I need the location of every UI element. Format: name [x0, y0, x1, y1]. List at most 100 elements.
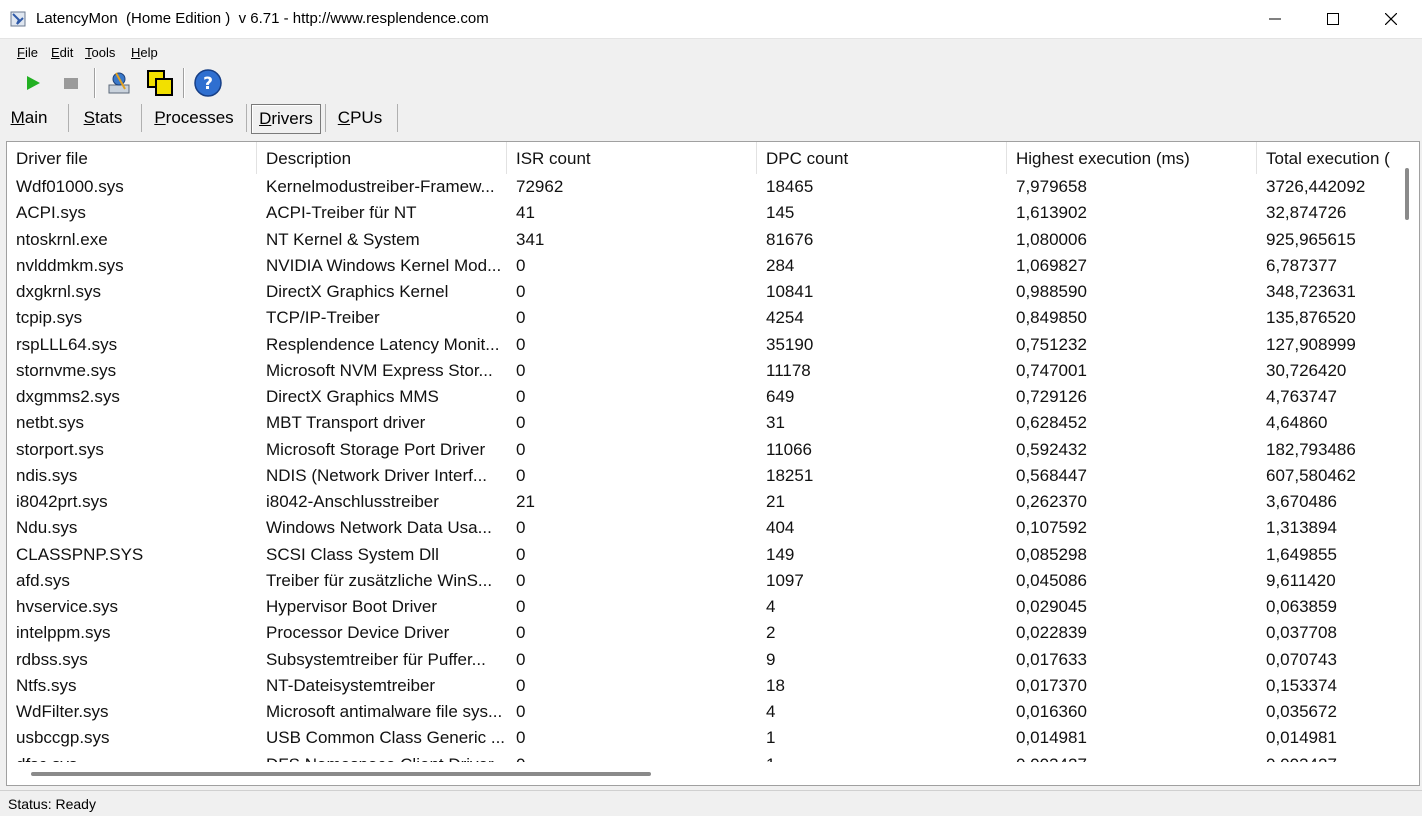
cell-dpc-count: 1097 [766, 570, 804, 590]
cell-dpc-count: 18251 [766, 465, 814, 485]
cell-description: Processor Device Driver [266, 623, 450, 643]
cell-total-execution: 0,014981 [1266, 728, 1337, 748]
table-row[interactable]: dxgkrnl.sys DirectX Graphics Kernel 0 10841… [7, 279, 1394, 305]
tab-separator [68, 104, 69, 132]
table-row[interactable]: tcpip.sys TCP/IP-Treiber 0 4254 0,849850 135,… [7, 305, 1394, 331]
maximize-button[interactable] [1304, 0, 1362, 38]
table-row[interactable]: ntoskrnl.exe NT Kernel & System 341 81676 1,… [7, 227, 1394, 253]
cell-highest-execution: 0,729126 [1016, 387, 1087, 406]
cell-highest-execution: 0,029045 [1016, 597, 1087, 616]
cell-highest-execution: 0,022839 [1016, 623, 1087, 643]
tab-cpus[interactable]: CPUs [330, 104, 390, 132]
tab-drivers[interactable]: Drivers [251, 104, 321, 134]
cell-total-execution: 0,035672 [1266, 702, 1337, 721]
cell-driver-file: dxgmms2.sys [16, 387, 120, 406]
cell-driver-file: i8042prt.sys [16, 492, 108, 511]
table-row[interactable]: intelppm.sys Processor Device Driver 0 2 0,0… [7, 620, 1394, 646]
cell-description: NVIDIA Windows Kernel Mod... [266, 255, 502, 275]
cell-isr-count: 0 [516, 334, 526, 354]
table-row[interactable]: ndis.sys NDIS (Network Driver Interf... 0 1… [7, 463, 1394, 489]
menu-edit[interactable]: Edit [51, 45, 73, 60]
cell-description: DirectX Graphics MMS [266, 387, 439, 406]
cell-highest-execution: 0,014981 [1016, 728, 1087, 748]
cell-total-execution: 607,580462 [1266, 465, 1356, 485]
cell-isr-count: 0 [516, 570, 526, 590]
menu-file[interactable]: File [17, 45, 38, 60]
table-row[interactable]: nvlddmkm.sys NVIDIA Windows Kernel Mod...… [7, 253, 1394, 279]
table-row[interactable]: ACPI.sys ACPI-Treiber für NT 41 145 1,613902… [7, 200, 1394, 226]
help-button[interactable]: ? [193, 68, 223, 98]
tab-stats[interactable]: Stats [72, 104, 134, 132]
table-row[interactable]: stornvme.sys Microsoft NVM Express Stor..… [7, 358, 1394, 384]
horizontal-scroll-thumb[interactable] [31, 772, 651, 776]
cell-description: Resplendence Latency Monit... [266, 334, 500, 354]
column-header-driver-file[interactable]: Driver file [7, 142, 257, 174]
cell-description: Microsoft Storage Port Driver [266, 439, 486, 459]
table-row[interactable]: storport.sys Microsoft Storage Port Drive… [7, 437, 1394, 463]
tab-main[interactable]: Main [4, 104, 54, 132]
cell-highest-execution: 0,592432 [1016, 439, 1087, 459]
table-row[interactable]: dxgmms2.sys DirectX Graphics MMS 0 649 0,729… [7, 384, 1394, 410]
cell-isr-count: 0 [516, 544, 526, 564]
table-row[interactable]: rspLLL64.sys Resplendence Latency Monit..… [7, 332, 1394, 358]
table-row[interactable]: usbccgp.sys USB Common Class Generic ... 0… [7, 725, 1394, 751]
column-header-highest-execution[interactable]: Highest execution (ms) [1007, 142, 1257, 174]
tab-processes[interactable]: Processes [146, 104, 242, 132]
cell-description: Treiber für zusätzliche WinS... [266, 570, 493, 590]
table-row[interactable]: dfsc.sysDFS Namespace Client Driver010,0… [7, 752, 1394, 763]
app-icon [10, 10, 28, 28]
cell-highest-execution: 0,988590 [1016, 282, 1087, 301]
cell-highest-execution: 0,747001 [1016, 360, 1087, 380]
submit-button[interactable] [104, 68, 134, 98]
cell-dpc-count: 404 [766, 518, 795, 538]
cell-description: Microsoft NVM Express Stor... [266, 360, 493, 380]
column-header-description[interactable]: Description [257, 142, 507, 174]
table-row[interactable]: hvservice.sys Hypervisor Boot Driver 0 4 0,0… [7, 594, 1394, 620]
cell-dpc-count: 11178 [766, 360, 811, 380]
cell-dpc-count: 9 [766, 649, 776, 669]
cell-description: NT Kernel & System [266, 229, 420, 249]
vertical-scrollbar[interactable] [1395, 142, 1419, 764]
table-row[interactable]: Wdf01000.sys Kernelmodustreiber-Framew...… [7, 174, 1394, 200]
cell-total-execution: 1,313894 [1266, 518, 1337, 538]
table-row[interactable]: WdFilter.sys Microsoft antimalware file s… [7, 699, 1394, 725]
table-row[interactable]: rdbss.sys Subsystemtreiber für Puffer... 0… [7, 647, 1394, 673]
start-button[interactable] [18, 68, 48, 98]
cell-isr-count: 0 [507, 752, 757, 763]
column-header-total-execution[interactable]: Total execution ( [1257, 142, 1394, 174]
tab-main-label: Main [10, 108, 48, 127]
cell-driver-file: Ndu.sys [16, 518, 78, 538]
close-button[interactable] [1362, 0, 1420, 38]
cell-driver-file: CLASSPNP.SYS [16, 544, 144, 564]
play-icon [27, 76, 40, 90]
column-header-dpc-count[interactable]: DPC count [757, 142, 1007, 174]
table-row[interactable]: afd.sys Treiber für zusätzliche WinS... 0 1… [7, 568, 1394, 594]
cell-total-execution: 925,965615 [1266, 229, 1356, 249]
stop-icon [64, 78, 78, 89]
horizontal-scrollbar[interactable] [7, 763, 1394, 785]
table-row[interactable]: Ntfs.sys NT-Dateisystemtreiber 0 18 0,017370… [7, 673, 1394, 699]
cell-total-execution: 3,670486 [1266, 492, 1337, 511]
cell-driver-file: rdbss.sys [16, 649, 88, 669]
copy-button[interactable] [145, 68, 175, 98]
table-row[interactable]: CLASSPNP.SYS SCSI Class System Dll 0 149 0,0… [7, 542, 1394, 568]
cell-driver-file: hvservice.sys [16, 597, 119, 616]
drivers-table[interactable]: Driver file Description ISR count DPC co… [6, 141, 1420, 786]
cell-description: i8042-Anschlusstreiber [266, 492, 439, 511]
stop-button[interactable] [56, 68, 86, 98]
table-header: Driver file Description ISR count DPC co… [7, 142, 1394, 174]
column-header-isr-count[interactable]: ISR count [507, 142, 757, 174]
table-row[interactable]: netbt.sys MBT Transport driver 0 31 0,628452… [7, 410, 1394, 436]
menu-tools[interactable]: Tools [85, 45, 115, 60]
table-row[interactable]: i8042prt.sys i8042-Anschlusstreiber 21 21 0,… [7, 489, 1394, 515]
table-row[interactable]: Ndu.sys Windows Network Data Usa... 0 404 0,… [7, 515, 1394, 541]
vertical-scroll-thumb[interactable] [1405, 168, 1409, 220]
cell-isr-count: 0 [516, 465, 526, 485]
cell-description: NT-Dateisystemtreiber [266, 675, 436, 695]
cell-dpc-count: 145 [766, 203, 795, 223]
cell-dpc-count: 4254 [766, 308, 804, 328]
minimize-button[interactable] [1246, 0, 1304, 38]
cell-description: SCSI Class System Dll [266, 544, 439, 564]
menu-help[interactable]: Help [131, 45, 158, 60]
cell-driver-file: nvlddmkm.sys [16, 255, 124, 275]
